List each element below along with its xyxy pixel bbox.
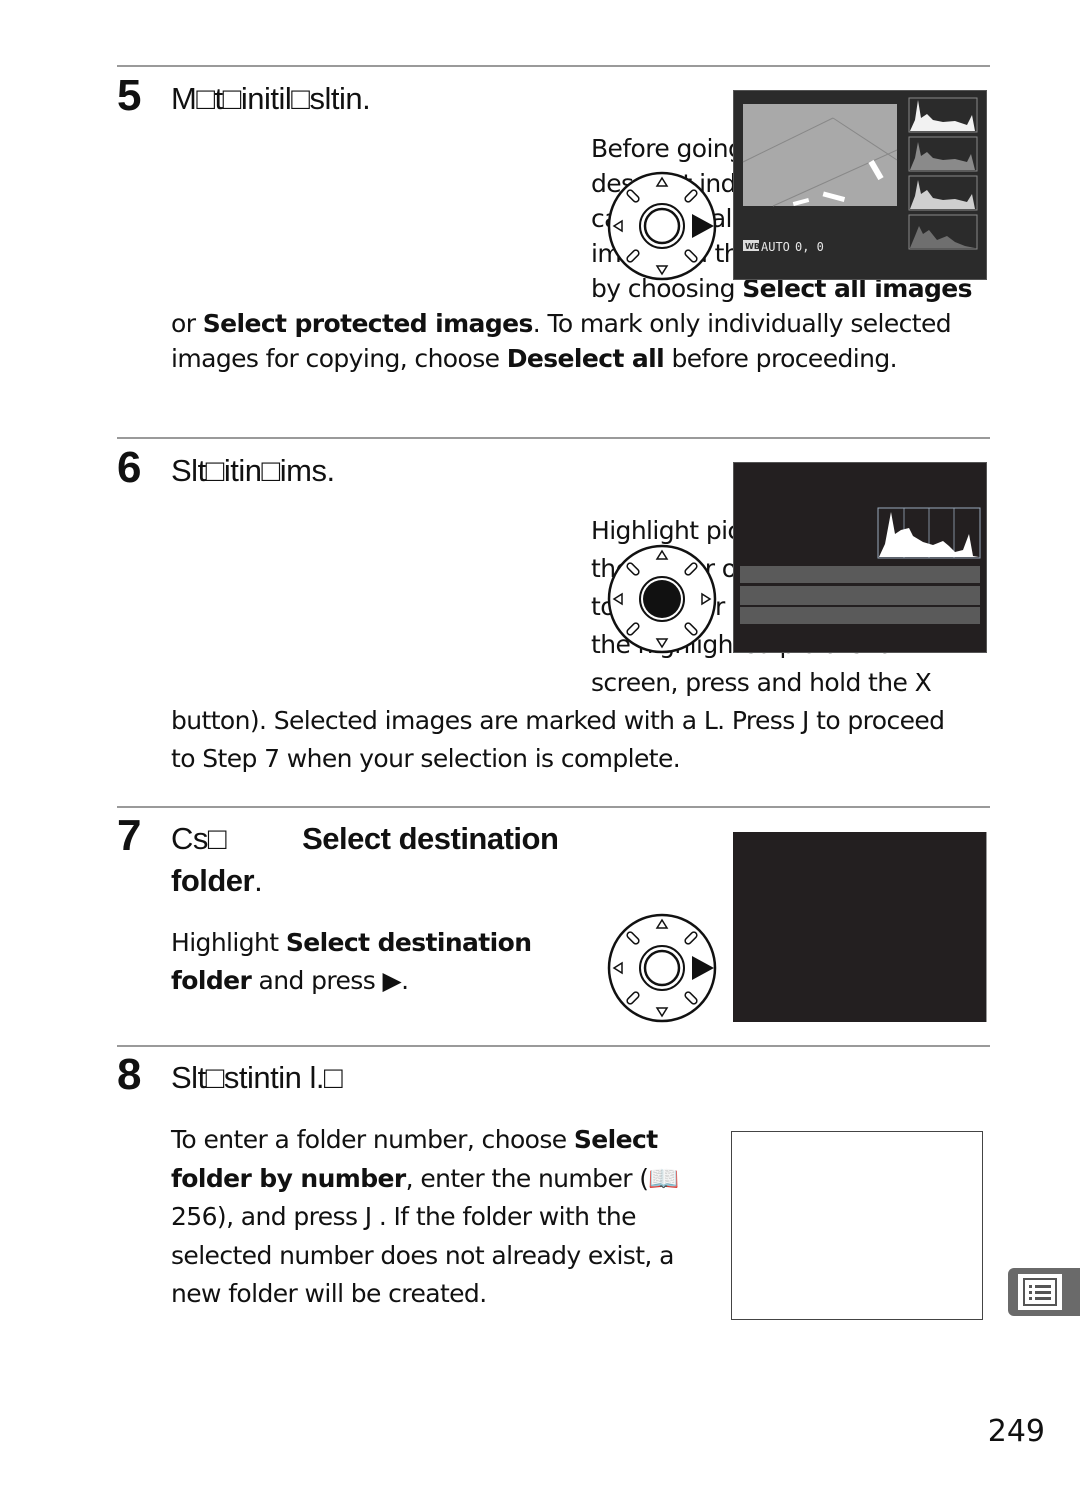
- step-heading: Slt□stintin l.□: [171, 1060, 343, 1095]
- camera-screen-blank: [731, 1131, 983, 1320]
- step-instructions: To enter a folder number, choose Select …: [171, 1121, 711, 1314]
- histogram-blue: [908, 214, 978, 250]
- text: Highlight: [171, 928, 286, 957]
- menu-row: [740, 586, 980, 605]
- white-balance-offset: 0, 0: [795, 240, 824, 254]
- preview-photo: [742, 104, 898, 207]
- histogram-luminance: [877, 507, 981, 559]
- section-divider-step-8: [117, 1045, 990, 1047]
- heading-prefix: Cs□: [171, 821, 227, 856]
- camera-screen-rgb-histogram: WB AUTO 0, 0: [733, 90, 987, 280]
- menu-option-deselect-all: Deselect all: [506, 344, 665, 373]
- text: To enter a folder number, choose: [171, 1125, 574, 1154]
- white-balance-value: AUTO: [761, 240, 790, 254]
- multi-selector-dial-center: [607, 544, 717, 654]
- step-heading: M□t□initil□sltin.: [171, 81, 371, 116]
- section-tab[interactable]: [1008, 1268, 1080, 1316]
- camera-screen-image-selection: [733, 462, 987, 653]
- step-number: 8: [117, 1050, 142, 1099]
- step-number: 6: [117, 443, 142, 492]
- section-divider-step-5: [117, 65, 990, 67]
- histogram-green: [908, 175, 978, 211]
- page-number: 249: [987, 1414, 1045, 1449]
- text: and press ▶.: [251, 966, 410, 995]
- histogram-red: [908, 136, 978, 172]
- step-number: 5: [117, 71, 142, 120]
- menu-list-icon: [1018, 1274, 1062, 1310]
- menu-row: [740, 607, 980, 624]
- step-heading: Cs□ Select destination folder.: [171, 818, 591, 902]
- section-divider-step-6: [117, 437, 990, 439]
- text: or: [171, 309, 203, 338]
- step-number: 7: [117, 811, 142, 860]
- section-divider-step-7: [117, 806, 990, 808]
- menu-option-select-destination-folder: Select destination folder: [171, 821, 559, 898]
- heading-suffix: .: [254, 863, 263, 898]
- multi-selector-dial-right: [607, 171, 717, 281]
- text: before proceeding.: [664, 344, 897, 373]
- menu-row: [740, 566, 980, 583]
- menu-option-select-protected-images: Select protected images: [202, 309, 534, 338]
- multi-selector-dial-right: [607, 913, 717, 1023]
- camera-screen-dark: [733, 832, 986, 1022]
- histogram-luminance: [908, 97, 978, 133]
- step-heading: Slt□itin□ims.: [171, 453, 335, 488]
- step-instructions: Highlight Select destination folder and …: [171, 924, 571, 1000]
- white-balance-icon: WB: [745, 242, 760, 251]
